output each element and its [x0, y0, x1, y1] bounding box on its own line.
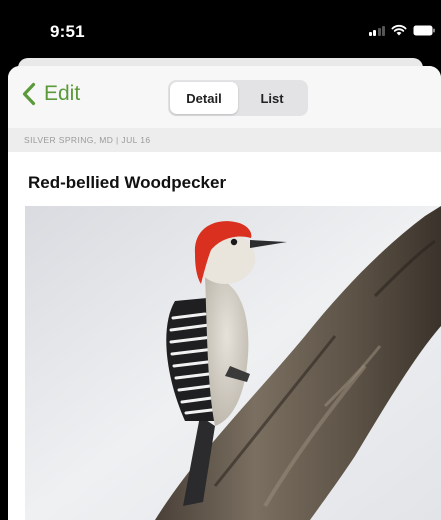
segment-detail[interactable]: Detail [170, 82, 238, 114]
signal-icon [368, 25, 385, 36]
location-date-text: SILVER SPRING, MD | JUL 16 [24, 135, 151, 145]
bird-photo [25, 206, 441, 520]
edit-label: Edit [44, 82, 81, 105]
status-time: 9:51 [50, 22, 85, 41]
navigation-bar: Edit Detail List [8, 66, 441, 128]
species-name: Red-bellied Woodpecker [28, 173, 227, 192]
battery-icon [413, 25, 435, 35]
location-date-bar: SILVER SPRING, MD | JUL 16 [8, 128, 441, 152]
wifi-icon [391, 24, 407, 36]
edit-back-button[interactable]: Edit [22, 82, 80, 106]
segment-list[interactable]: List [238, 82, 306, 114]
view-segmented-control: Detail List [168, 80, 308, 116]
status-icons [368, 24, 435, 36]
status-bar: 9:51 [0, 0, 441, 58]
chevron-left-icon [22, 82, 36, 106]
